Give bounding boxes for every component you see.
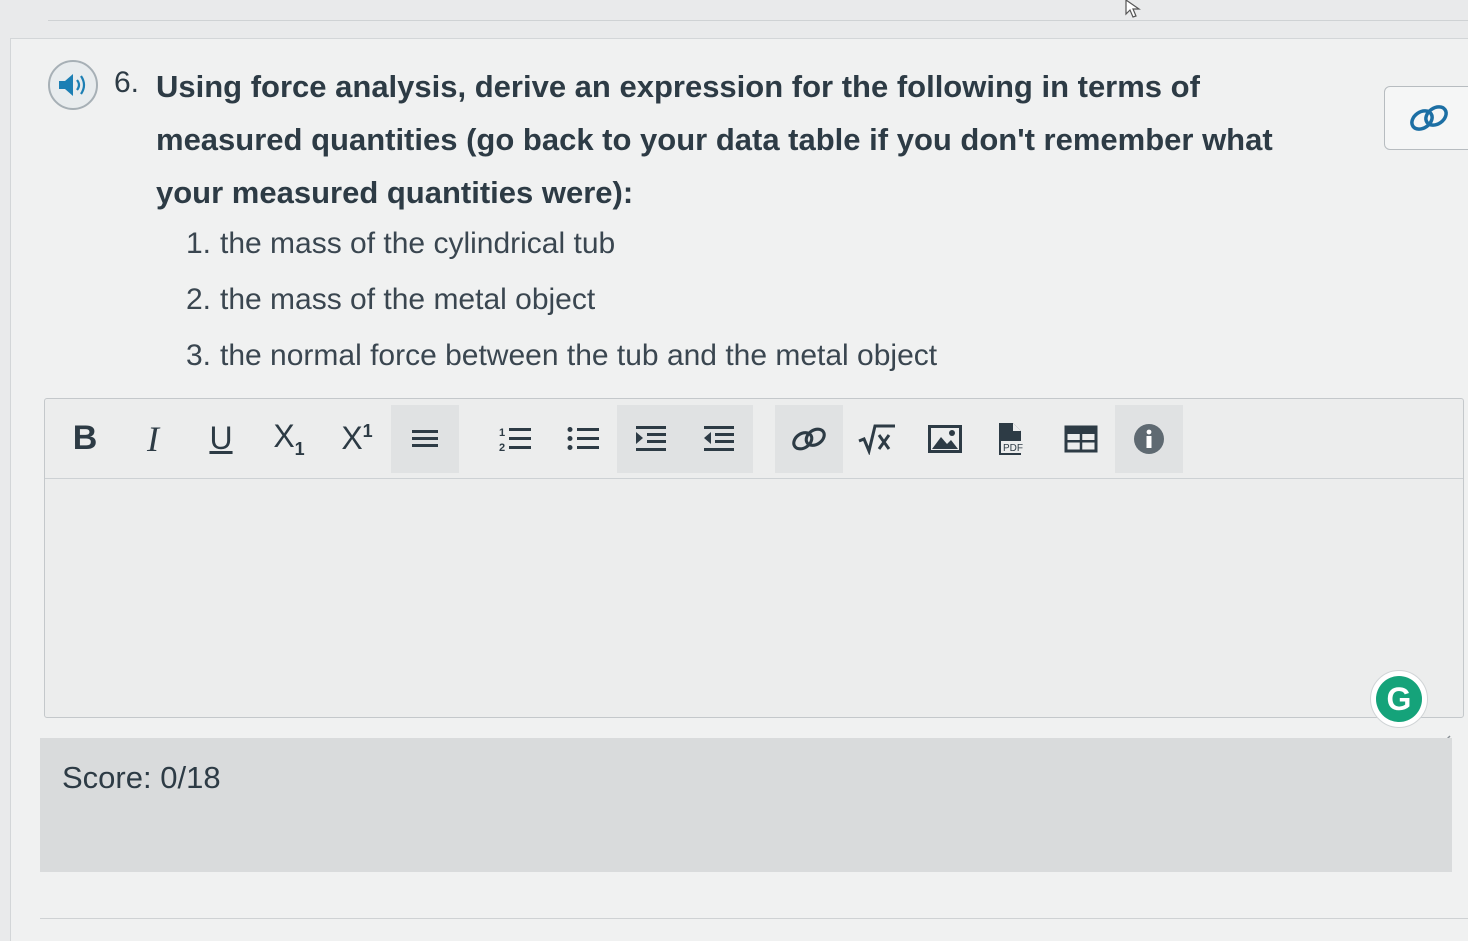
- info-icon: [1134, 423, 1164, 454]
- outdent-button[interactable]: [685, 404, 753, 473]
- list-item-number: 1.: [186, 227, 212, 260]
- svg-text:1: 1: [499, 427, 505, 439]
- outdent-icon: [704, 425, 734, 451]
- indent-button[interactable]: [617, 404, 685, 473]
- subscript-button[interactable]: X1: [255, 405, 323, 473]
- grammarly-icon: G: [1376, 676, 1422, 722]
- superscript-label: X1: [341, 420, 373, 456]
- table-icon: [1064, 425, 1098, 452]
- insert-table-button[interactable]: [1047, 405, 1115, 473]
- rich-text-editor: B I U X1 X1 1 2 PDF: [44, 398, 1464, 718]
- insert-link-button[interactable]: [775, 404, 843, 473]
- align-icon: [412, 429, 438, 447]
- link-icon: [1410, 105, 1448, 131]
- question-prompt: Using force analysis, derive an expressi…: [156, 69, 1273, 210]
- square-root-icon: [858, 424, 895, 455]
- list-item-number: 3.: [186, 339, 212, 372]
- underline-label: U: [209, 420, 233, 456]
- pdf-label: PDF: [1003, 443, 1023, 454]
- list-item-text: the normal force between the tub and the…: [220, 339, 938, 372]
- italic-button[interactable]: I: [119, 405, 187, 473]
- info-button[interactable]: [1115, 404, 1183, 473]
- ordered-list-button[interactable]: 1 2: [481, 405, 549, 473]
- subscript-label: X1: [273, 417, 305, 459]
- unordered-list-button[interactable]: [549, 405, 617, 473]
- underline-button[interactable]: U: [187, 405, 255, 473]
- align-button[interactable]: [391, 404, 459, 473]
- ordered-list-icon: 1 2: [499, 427, 531, 454]
- list-item-number: 2.: [186, 283, 212, 316]
- list-item: 3. the normal force between the tub and t…: [186, 332, 937, 388]
- link-icon: [792, 427, 826, 450]
- question-link-button[interactable]: [1384, 86, 1468, 150]
- list-item-text: the mass of the metal object: [220, 283, 596, 316]
- equation-button[interactable]: [843, 405, 911, 473]
- score-label: Score:: [62, 760, 152, 795]
- sub-question-list: 1. the mass of the cylindrical tub 2. the …: [186, 220, 937, 388]
- bottom-divider: [40, 918, 1468, 919]
- insert-image-button[interactable]: [911, 405, 979, 473]
- bold-button[interactable]: B: [51, 405, 119, 473]
- editor-content-area[interactable]: [45, 479, 1463, 717]
- list-item: 1. the mass of the cylindrical tub: [186, 220, 937, 276]
- mouse-pointer-icon: [1125, 0, 1141, 18]
- score-display: Score: 0/18: [62, 760, 221, 796]
- top-divider: [48, 20, 1468, 21]
- indent-icon: [636, 425, 666, 451]
- image-icon: [928, 424, 962, 453]
- list-item: 2. the mass of the metal object: [186, 276, 937, 332]
- italic-label: I: [147, 418, 159, 459]
- pdf-icon: PDF: [999, 422, 1029, 455]
- list-item-text: the mass of the cylindrical tub: [220, 227, 616, 260]
- speaker-icon: [59, 74, 86, 96]
- unordered-list-icon: [567, 426, 599, 450]
- bold-label: B: [72, 419, 98, 457]
- score-value: 0/18: [160, 760, 221, 795]
- svg-text:2: 2: [499, 442, 505, 454]
- insert-pdf-button[interactable]: PDF: [979, 405, 1047, 473]
- superscript-button[interactable]: X1: [323, 405, 391, 473]
- editor-toolbar: B I U X1 X1 1 2 PDF: [45, 399, 1463, 479]
- score-bar: Score: 0/18: [40, 738, 1452, 872]
- question-number: 6.: [114, 66, 140, 99]
- grammarly-button[interactable]: G: [1370, 670, 1428, 728]
- read-aloud-button[interactable]: [48, 60, 98, 110]
